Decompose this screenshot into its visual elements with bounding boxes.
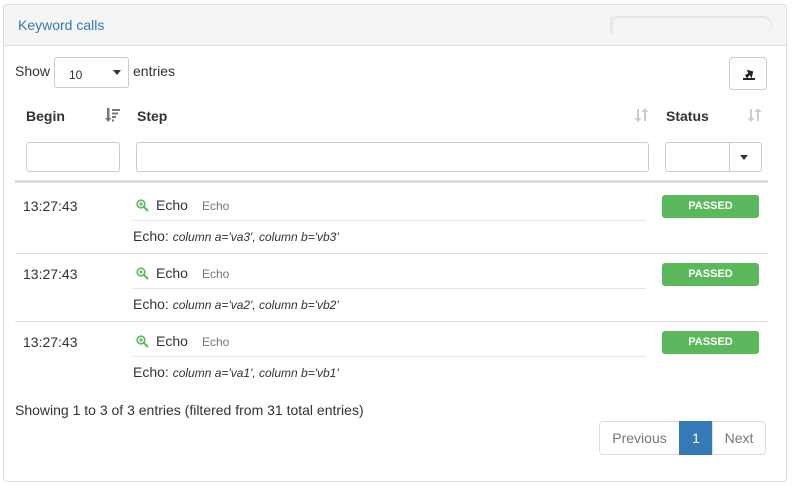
pagination-previous-button[interactable]: Previous bbox=[599, 421, 680, 455]
entries-length-select[interactable]: 10 bbox=[54, 57, 129, 88]
step-arguments-prefix: Echo: bbox=[133, 364, 169, 380]
chevron-down-icon bbox=[113, 70, 121, 75]
row-begin-time: 13:27:43 bbox=[23, 198, 78, 214]
entries-length-value: 10 bbox=[69, 68, 83, 82]
step-divider bbox=[133, 220, 646, 221]
step-library: Echo bbox=[202, 199, 230, 213]
begin-filter-input[interactable] bbox=[26, 142, 120, 172]
step-divider bbox=[133, 288, 646, 289]
step-filter-input[interactable] bbox=[136, 142, 649, 172]
status-badge: PASSED bbox=[662, 263, 759, 286]
table-info-text: Showing 1 to 3 of 3 entries (filtered fr… bbox=[15, 402, 364, 418]
step-arguments-prefix: Echo: bbox=[133, 296, 169, 312]
step-arguments-detail: column a='va3', column b='vb3' bbox=[172, 230, 339, 244]
sort-icon[interactable] bbox=[634, 107, 650, 123]
pagination-page-1-button[interactable]: 1 bbox=[679, 421, 713, 455]
step-arguments-prefix: Echo: bbox=[133, 228, 169, 244]
step-arguments-detail: column a='va1', column b='vb1' bbox=[172, 366, 339, 380]
column-header-status[interactable]: Status bbox=[666, 108, 709, 124]
panel-heading: Keyword calls bbox=[4, 5, 786, 46]
chevron-down-icon bbox=[740, 155, 748, 160]
status-filter-dropdown-button[interactable] bbox=[729, 142, 758, 172]
zoom-in-icon[interactable] bbox=[136, 335, 149, 348]
column-header-step[interactable]: Step bbox=[137, 108, 167, 124]
step-library: Echo bbox=[202, 267, 230, 281]
status-badge: PASSED bbox=[662, 331, 759, 354]
zoom-in-icon[interactable] bbox=[136, 267, 149, 280]
row-begin-time: 13:27:43 bbox=[23, 266, 78, 282]
entries-label: entries bbox=[133, 63, 176, 79]
step-arguments: Echo: column a='va2', column b='vb2' bbox=[133, 296, 339, 312]
pagination-next-button[interactable]: Next bbox=[712, 421, 766, 455]
sort-amount-desc-icon[interactable] bbox=[105, 107, 121, 123]
row-begin-time: 13:27:43 bbox=[23, 334, 78, 350]
show-label: Show bbox=[15, 63, 51, 79]
progress-bar-fill bbox=[610, 16, 614, 34]
pagination: Previous 1 Next bbox=[599, 421, 766, 455]
table-row[interactable]: 13:27:43 Echo Echo Echo: column a='va1',… bbox=[15, 322, 768, 390]
table-header-divider bbox=[15, 180, 768, 183]
step-arguments: Echo: column a='va1', column b='vb1' bbox=[133, 364, 339, 380]
step-divider bbox=[133, 356, 646, 357]
sort-icon[interactable] bbox=[747, 107, 763, 123]
panel-title[interactable]: Keyword calls bbox=[18, 17, 104, 33]
step-arguments: Echo: column a='va3', column b='vb3' bbox=[133, 228, 339, 244]
progress-bar bbox=[610, 16, 772, 34]
table-row[interactable]: 13:27:43 Echo Echo Echo: column a='va2',… bbox=[15, 254, 768, 322]
step-name[interactable]: Echo bbox=[156, 265, 188, 281]
export-button[interactable] bbox=[729, 57, 767, 90]
column-header-begin[interactable]: Begin bbox=[26, 108, 65, 124]
step-arguments-detail: column a='va2', column b='vb2' bbox=[172, 298, 339, 312]
status-badge: PASSED bbox=[662, 195, 759, 218]
step-library: Echo bbox=[202, 335, 230, 349]
zoom-in-icon[interactable] bbox=[136, 199, 149, 212]
step-name[interactable]: Echo bbox=[156, 333, 188, 349]
table-row[interactable]: 13:27:43 Echo Echo Echo: column a='va3',… bbox=[15, 186, 768, 254]
export-icon bbox=[743, 69, 755, 80]
step-name[interactable]: Echo bbox=[156, 197, 188, 213]
